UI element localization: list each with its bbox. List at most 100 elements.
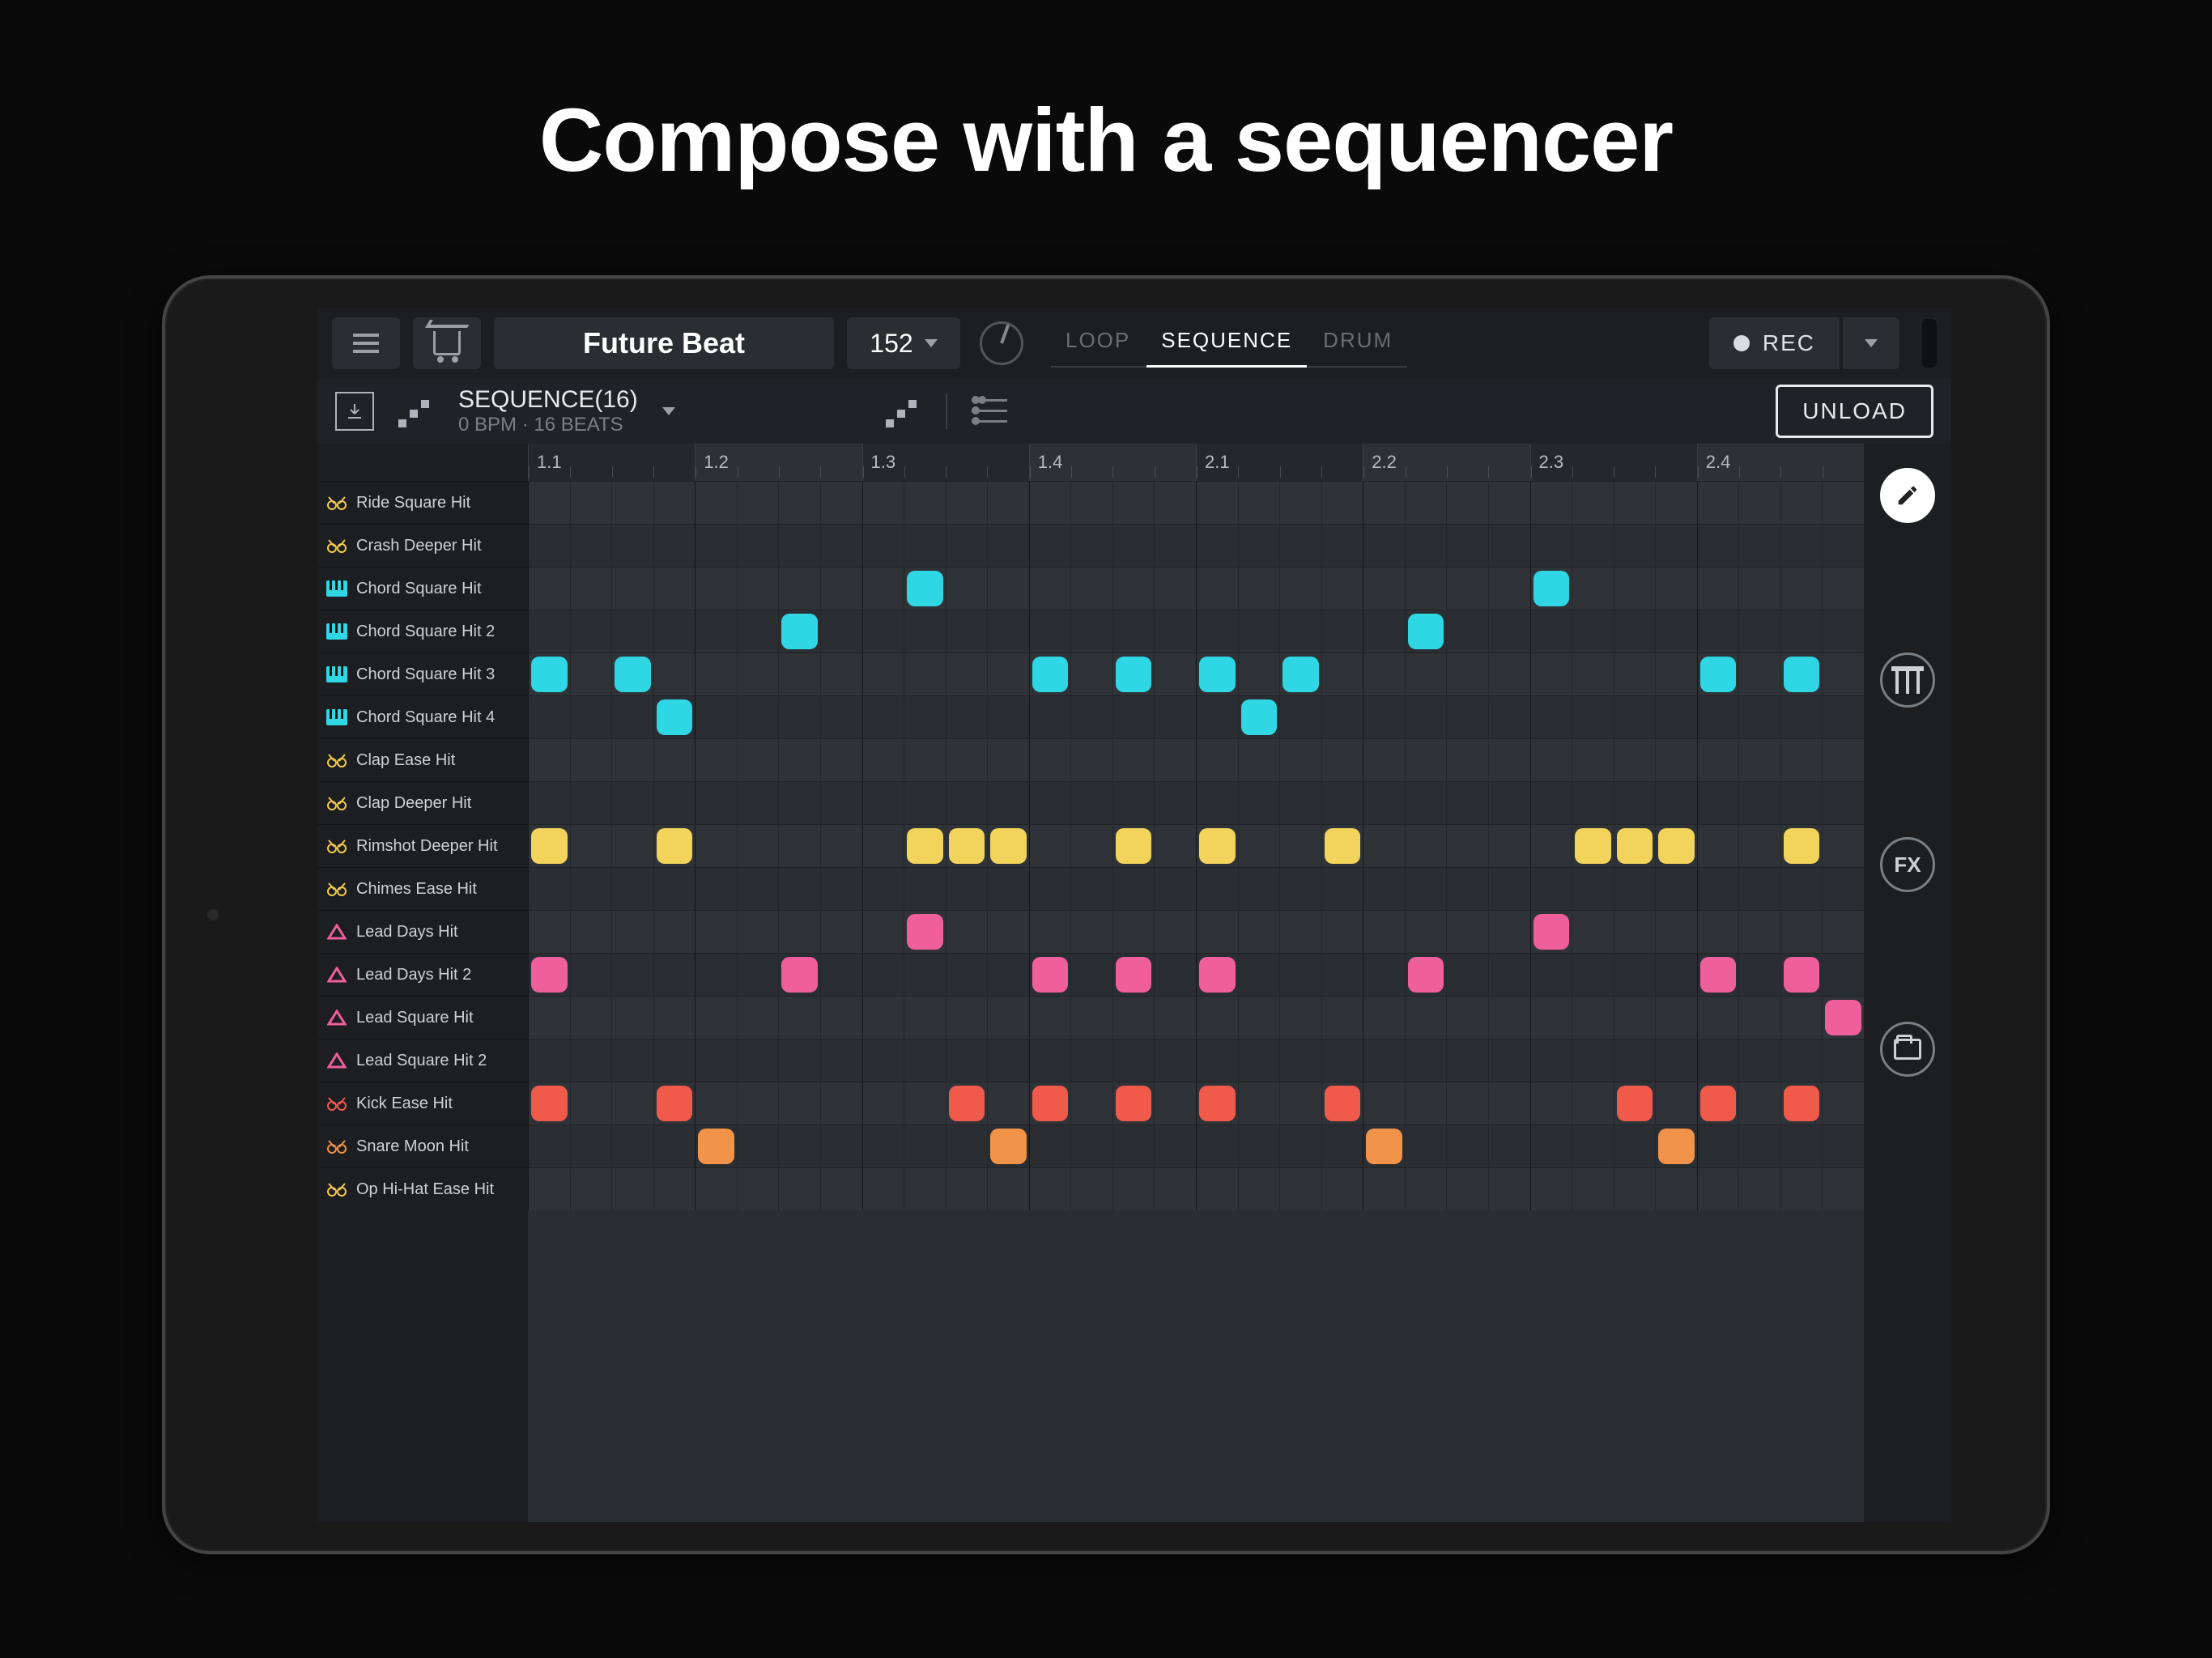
grid-cell[interactable] [1655,525,1697,567]
grid-cell[interactable] [1321,782,1363,824]
project-name[interactable]: Future Beat [494,317,834,369]
grid-cell[interactable] [1822,568,1864,610]
note[interactable] [1575,828,1611,864]
grid-cell[interactable] [1363,997,1405,1039]
grid-cell[interactable] [820,482,862,524]
grid-cell[interactable] [695,997,737,1039]
grid-cell[interactable] [1321,1125,1363,1167]
grid-cell[interactable] [1279,868,1321,910]
grid-cell[interactable] [1070,525,1112,567]
grid-cell[interactable] [611,696,653,738]
grid-cell[interactable] [1238,739,1280,781]
grid-cell[interactable] [1029,696,1071,738]
grid-cell[interactable] [1112,1125,1155,1167]
grid-cell[interactable] [778,739,820,781]
grid-cell[interactable] [1697,525,1739,567]
grid-cell[interactable] [528,1082,570,1124]
grid-cell[interactable] [1822,1082,1864,1124]
grid-cell[interactable] [1029,1125,1071,1167]
grid-cell[interactable] [1070,1125,1112,1167]
grid-cell[interactable] [1405,1082,1447,1124]
grid-row[interactable] [528,610,1864,653]
grid-cell[interactable] [695,825,737,867]
grid-cell[interactable] [946,525,988,567]
track-row[interactable]: Lead Square Hit [317,996,528,1039]
grid-cell[interactable] [1154,997,1196,1039]
note[interactable] [1784,657,1820,692]
grid-cell[interactable] [611,997,653,1039]
note[interactable] [531,828,568,864]
note[interactable] [781,614,818,649]
grid-cell[interactable] [1321,868,1363,910]
note[interactable] [1116,1086,1152,1121]
grid-cell[interactable] [1112,482,1155,524]
note[interactable] [1032,957,1069,993]
grid-cell[interactable] [737,525,779,567]
grid-cell[interactable] [1112,911,1155,953]
grid-cell[interactable] [946,954,988,996]
grid-cell[interactable] [1572,525,1614,567]
grid-cell[interactable] [820,954,862,996]
grid-cell[interactable] [1822,954,1864,996]
grid-cell[interactable] [1446,997,1488,1039]
grid-cell[interactable] [1822,525,1864,567]
grid-cell[interactable] [570,696,612,738]
grid-cell[interactable] [1572,911,1614,953]
grid-cell[interactable] [1822,1039,1864,1082]
grid-cell[interactable] [946,610,988,653]
ruler-segment[interactable]: 2.1 [1196,444,1363,481]
track-row[interactable]: Lead Square Hit 2 [317,1039,528,1082]
grid-cell[interactable] [570,1168,612,1210]
grid-cell[interactable] [820,1168,862,1210]
grid-cell[interactable] [1780,782,1823,824]
grid-cell[interactable] [1572,1125,1614,1167]
grid-cell[interactable] [1822,739,1864,781]
grid-cell[interactable] [1154,954,1196,996]
grid-cell[interactable] [1154,782,1196,824]
grid-cell[interactable] [570,997,612,1039]
grid-cell[interactable] [1279,1082,1321,1124]
grid-cell[interactable] [1154,696,1196,738]
grid-cell[interactable] [1530,696,1572,738]
grid-cell[interactable] [528,954,570,996]
track-row[interactable]: Op Hi-Hat Ease Hit [317,1167,528,1210]
grid-cell[interactable] [1738,568,1780,610]
grid-cell[interactable] [1530,1039,1572,1082]
grid-cell[interactable] [904,954,946,996]
note[interactable] [531,957,568,993]
grid-cell[interactable] [904,997,946,1039]
track-row[interactable]: Snare Moon Hit [317,1124,528,1167]
grid-cell[interactable] [1822,868,1864,910]
grid-cell[interactable] [1363,782,1405,824]
grid-cell[interactable] [1154,739,1196,781]
grid-cell[interactable] [1321,696,1363,738]
grid-cell[interactable] [820,525,862,567]
grid-cell[interactable] [1070,739,1112,781]
grid-cell[interactable] [653,954,696,996]
grid-cell[interactable] [1405,997,1447,1039]
grid-cell[interactable] [904,482,946,524]
grid-cell[interactable] [1572,782,1614,824]
grid-cell[interactable] [904,739,946,781]
grid-cell[interactable] [1780,610,1823,653]
grid-cell[interactable] [737,1082,779,1124]
grid-cell[interactable] [1279,997,1321,1039]
grid-cell[interactable] [1446,1039,1488,1082]
grid-cell[interactable] [1572,653,1614,695]
metronome-button[interactable] [980,321,1023,365]
grid-cell[interactable] [1655,653,1697,695]
grid-cell[interactable] [653,825,696,867]
grid-cell[interactable] [528,868,570,910]
grid-cell[interactable] [1405,568,1447,610]
grid-cell[interactable] [1446,825,1488,867]
grid-cell[interactable] [1655,482,1697,524]
grid-cell[interactable] [695,782,737,824]
note[interactable] [1658,828,1695,864]
grid-cell[interactable] [695,482,737,524]
grid-cell[interactable] [1029,610,1071,653]
grid-cell[interactable] [1279,911,1321,953]
grid-row[interactable] [528,867,1864,910]
note[interactable] [1700,957,1737,993]
grid-cell[interactable] [737,1039,779,1082]
grid-row[interactable] [528,996,1864,1039]
